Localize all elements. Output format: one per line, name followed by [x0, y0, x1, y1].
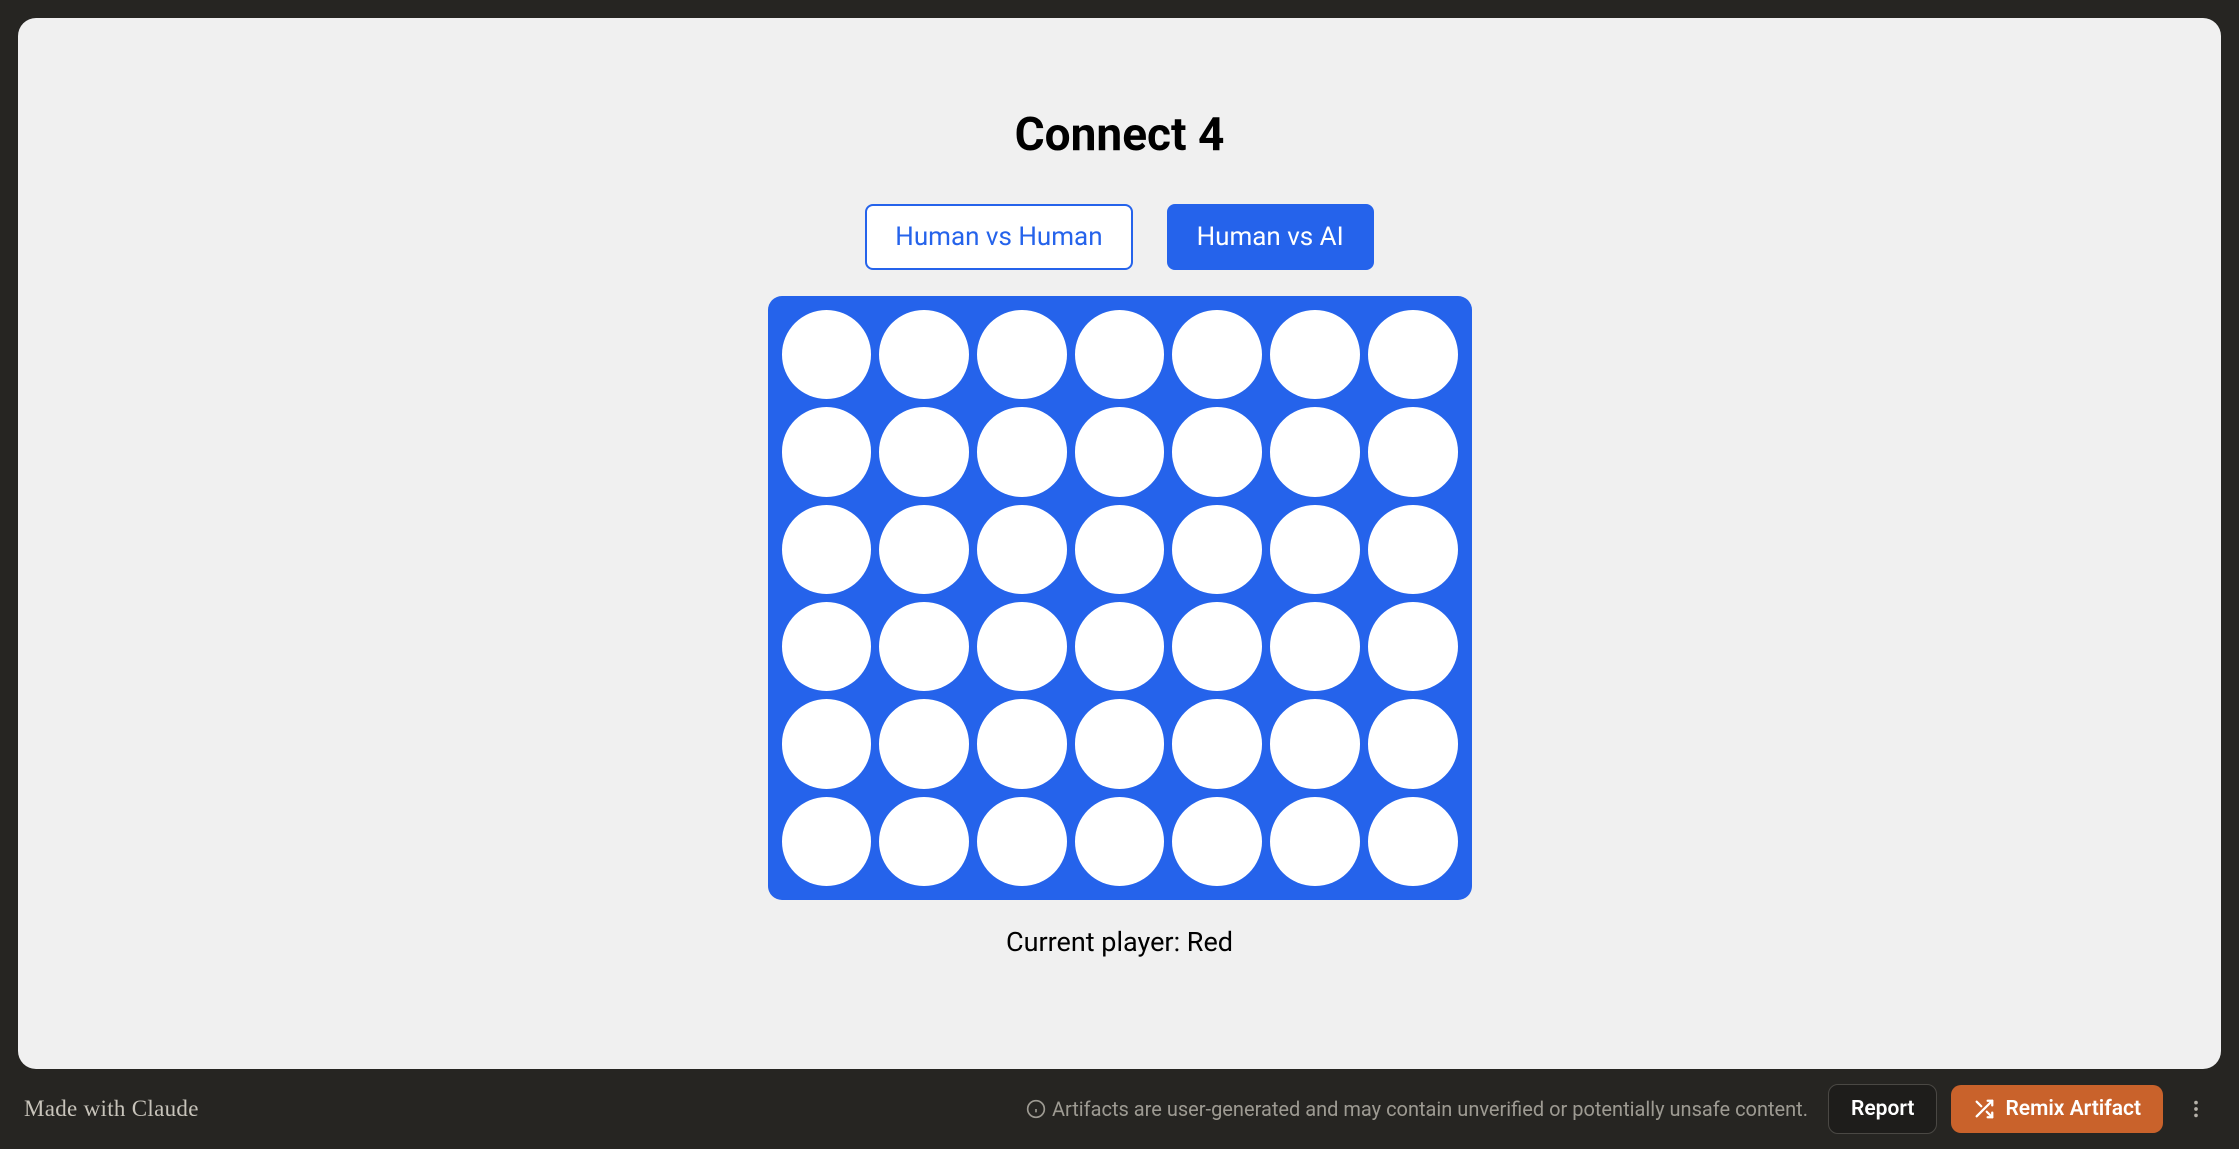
- board-cell[interactable]: [782, 699, 872, 788]
- board-cell[interactable]: [1075, 699, 1165, 788]
- game-board: [768, 296, 1472, 900]
- board-cell[interactable]: [1172, 407, 1262, 496]
- board-cell[interactable]: [1075, 505, 1165, 594]
- info-icon: [1026, 1099, 1046, 1119]
- board-cell[interactable]: [977, 602, 1067, 691]
- board-cell[interactable]: [1075, 602, 1165, 691]
- board-cell[interactable]: [977, 407, 1067, 496]
- board-cell[interactable]: [1075, 407, 1165, 496]
- disclaimer-text: Artifacts are user-generated and may con…: [1052, 1097, 1808, 1121]
- board-cell[interactable]: [977, 797, 1067, 886]
- board-cell[interactable]: [1368, 602, 1458, 691]
- board-cell[interactable]: [879, 602, 969, 691]
- board-cell[interactable]: [1172, 602, 1262, 691]
- board-cell[interactable]: [879, 310, 969, 399]
- remix-artifact-button[interactable]: Remix Artifact: [1951, 1085, 2163, 1133]
- board-cell[interactable]: [977, 699, 1067, 788]
- board-cell[interactable]: [1075, 310, 1165, 399]
- board-cell[interactable]: [782, 407, 872, 496]
- board-cell[interactable]: [879, 699, 969, 788]
- board-cell[interactable]: [879, 797, 969, 886]
- board-cell[interactable]: [1270, 505, 1360, 594]
- board-cell[interactable]: [1270, 407, 1360, 496]
- board-cell[interactable]: [1368, 505, 1458, 594]
- made-with-claude-label[interactable]: Made with Claude: [24, 1096, 199, 1122]
- game-title: Connect 4: [1015, 108, 1225, 162]
- artifact-frame: Connect 4 Human vs Human Human vs AI Cur…: [18, 18, 2221, 1069]
- remix-label: Remix Artifact: [2005, 1097, 2141, 1121]
- board-cell[interactable]: [782, 602, 872, 691]
- current-player-status: Current player: Red: [1006, 926, 1233, 958]
- board-cell[interactable]: [782, 310, 872, 399]
- board-cell[interactable]: [1368, 407, 1458, 496]
- more-options-button[interactable]: [2177, 1090, 2215, 1128]
- board-cell[interactable]: [1172, 505, 1262, 594]
- board-cell[interactable]: [879, 407, 969, 496]
- board-cell[interactable]: [782, 505, 872, 594]
- board-cell[interactable]: [1172, 310, 1262, 399]
- report-button[interactable]: Report: [1828, 1084, 1937, 1134]
- shuffle-icon: [1973, 1098, 1995, 1120]
- board-cell[interactable]: [1270, 602, 1360, 691]
- board-cell[interactable]: [1368, 310, 1458, 399]
- mode-selector: Human vs Human Human vs AI: [865, 204, 1373, 270]
- board-cell[interactable]: [1270, 699, 1360, 788]
- board-cell[interactable]: [782, 797, 872, 886]
- board-cell[interactable]: [1368, 797, 1458, 886]
- board-cell[interactable]: [1270, 310, 1360, 399]
- mode-human-vs-ai-button[interactable]: Human vs AI: [1167, 204, 1374, 270]
- board-cell[interactable]: [1172, 797, 1262, 886]
- disclaimer: Artifacts are user-generated and may con…: [1026, 1097, 1808, 1121]
- board-cell[interactable]: [1172, 699, 1262, 788]
- board-cell[interactable]: [879, 505, 969, 594]
- board-cell[interactable]: [977, 310, 1067, 399]
- footer-bar: Made with Claude Artifacts are user-gene…: [0, 1069, 2239, 1149]
- board-cell[interactable]: [1368, 699, 1458, 788]
- mode-human-vs-human-button[interactable]: Human vs Human: [865, 204, 1132, 270]
- board-cell[interactable]: [1270, 797, 1360, 886]
- board-cell[interactable]: [977, 505, 1067, 594]
- board-cell[interactable]: [1075, 797, 1165, 886]
- vertical-dots-icon: [2185, 1098, 2207, 1120]
